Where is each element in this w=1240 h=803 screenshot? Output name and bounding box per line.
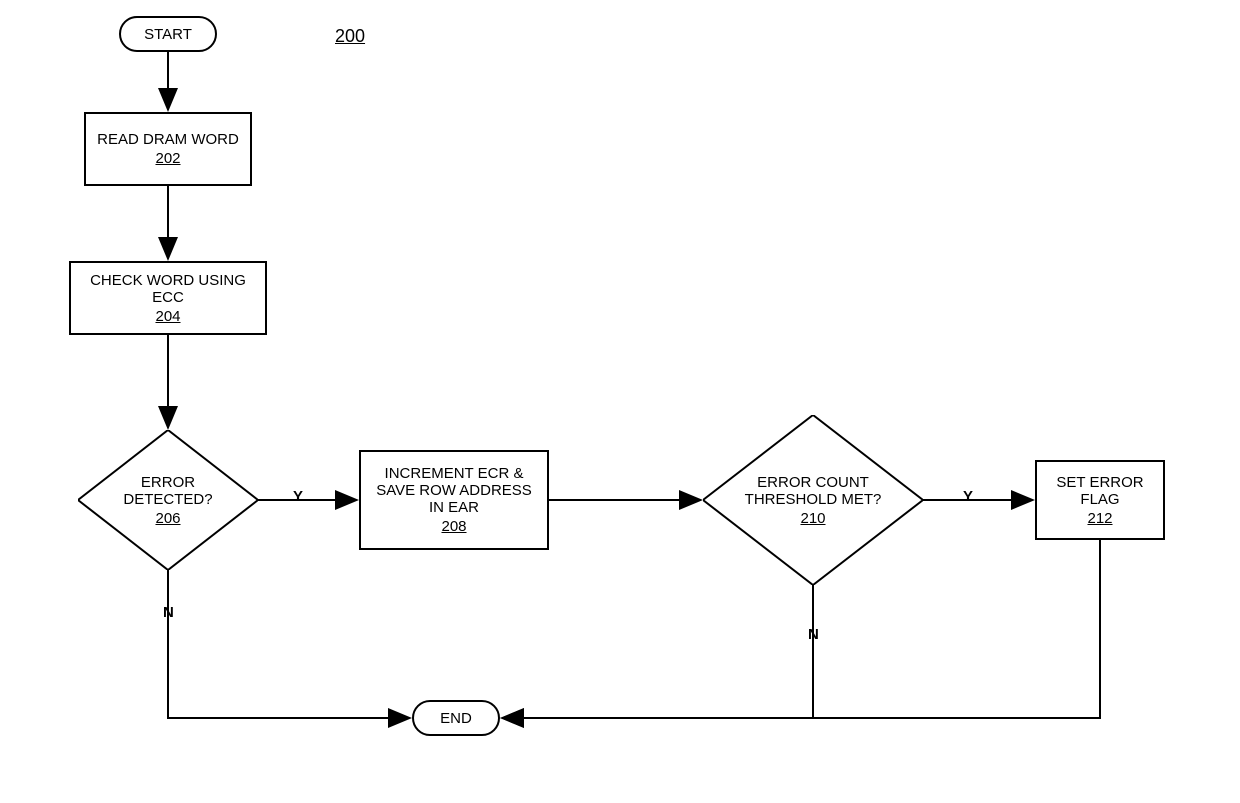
edge-label-n1: N [163,604,174,621]
decision-error-detected: ERROR DETECTED? 206 [78,430,258,570]
process-increment: INCREMENT ECR & SAVE ROW ADDRESS IN EAR … [359,450,549,550]
process-set-flag-text: SET ERROR FLAG [1041,474,1159,508]
process-increment-text: INCREMENT ECR & SAVE ROW ADDRESS IN EAR [369,465,539,516]
process-set-flag: SET ERROR FLAG 212 [1035,460,1165,540]
edge-label-n2: N [808,626,819,643]
process-check-ecc-num: 204 [155,308,180,325]
edge-label-y2: Y [963,488,973,505]
figure-number: 200 [335,26,365,47]
decision-threshold: ERROR COUNT THRESHOLD MET? 210 [703,415,923,585]
process-check-ecc-text: CHECK WORD USING ECC [75,272,261,306]
process-read-dram: READ DRAM WORD 202 [84,112,252,186]
process-check-ecc: CHECK WORD USING ECC 204 [69,261,267,335]
edge-label-y1: Y [293,488,303,505]
process-read-dram-text: READ DRAM WORD [97,131,239,148]
process-increment-num: 208 [441,518,466,535]
terminator-end-label: END [440,710,472,727]
decision-threshold-num: 210 [800,510,825,527]
terminator-start-label: START [144,26,192,43]
process-read-dram-num: 202 [155,150,180,167]
decision-threshold-text: ERROR COUNT THRESHOLD MET? [728,474,898,508]
terminator-start: START [119,16,217,52]
terminator-end: END [412,700,500,736]
decision-error-detected-num: 206 [155,510,180,527]
decision-error-detected-text: ERROR DETECTED? [98,474,238,508]
process-set-flag-num: 212 [1087,510,1112,527]
